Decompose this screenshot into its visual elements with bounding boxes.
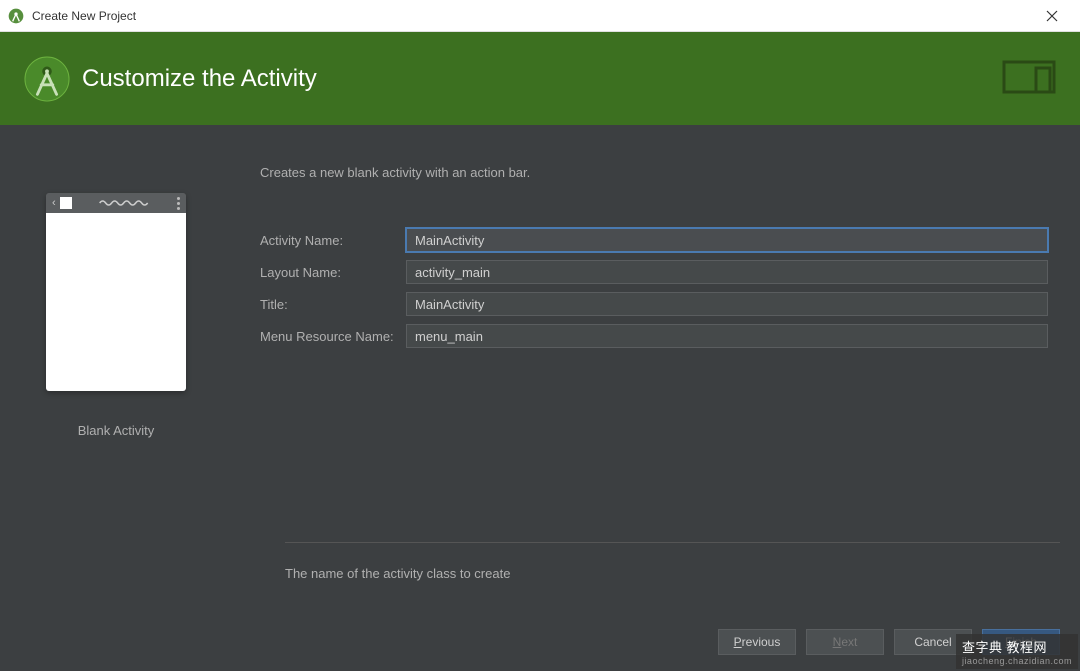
preview-label: Blank Activity: [32, 423, 200, 438]
wavy-line-icon: [76, 199, 173, 207]
close-icon: [1046, 10, 1058, 22]
layout-name-input[interactable]: [406, 260, 1048, 284]
window-title: Create New Project: [32, 9, 1032, 23]
activity-preview: ‹: [46, 193, 186, 391]
form-area: Creates a new blank activity with an act…: [260, 157, 1048, 438]
app-square-icon: [60, 197, 72, 209]
back-caret-icon: ‹: [52, 197, 56, 209]
watermark-sub: jiaocheng.chazidian.com: [962, 656, 1072, 666]
next-button: Next: [806, 629, 884, 655]
activity-name-input[interactable]: [406, 228, 1048, 252]
previous-rest: revious: [742, 635, 781, 649]
title-row: Title:: [260, 292, 1048, 316]
banner: Customize the Activity: [0, 32, 1080, 125]
layout-name-label: Layout Name:: [260, 265, 406, 280]
layout-name-row: Layout Name:: [260, 260, 1048, 284]
preview-actionbar: ‹: [46, 193, 186, 213]
android-studio-logo-icon: [24, 56, 70, 102]
watermark: 查字典 教程网 jiaocheng.chazidian.com: [956, 634, 1078, 669]
next-rest: ext: [841, 635, 857, 649]
activity-name-row: Activity Name:: [260, 228, 1048, 252]
watermark-main: 查字典 教程网: [962, 640, 1047, 655]
preview-body: [46, 213, 186, 391]
android-studio-icon: [8, 8, 24, 24]
previous-button[interactable]: Previous: [718, 629, 796, 655]
menu-resource-label: Menu Resource Name:: [260, 329, 406, 344]
activity-name-label: Activity Name:: [260, 233, 406, 248]
hint-text: The name of the activity class to create: [285, 566, 510, 581]
content-area: ‹ Blank Activity Creates a new blank act…: [0, 125, 1080, 671]
divider: [285, 542, 1060, 543]
intro-text: Creates a new blank activity with an act…: [260, 165, 1048, 180]
banner-title: Customize the Activity: [82, 65, 317, 93]
menu-resource-input[interactable]: [406, 324, 1048, 348]
close-button[interactable]: [1032, 0, 1072, 32]
titlebar: Create New Project: [0, 0, 1080, 32]
title-label: Title:: [260, 297, 406, 312]
preview-pane: ‹ Blank Activity: [32, 157, 200, 438]
title-input[interactable]: [406, 292, 1048, 316]
device-icon: [1002, 60, 1056, 98]
menu-dots-icon: [177, 197, 180, 210]
menu-resource-row: Menu Resource Name:: [260, 324, 1048, 348]
